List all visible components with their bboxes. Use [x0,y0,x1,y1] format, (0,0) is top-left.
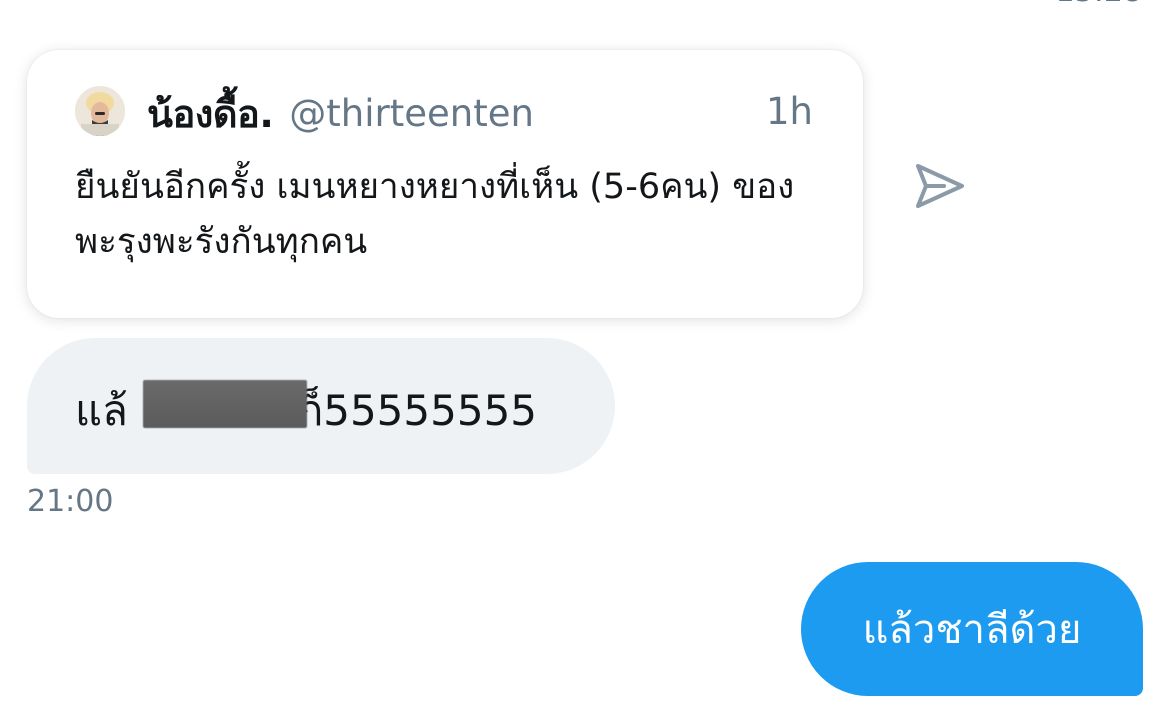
tweet-text: ยืนยันอีกครั้ง เมนหยางหยางที่เห็น (5-6คน… [75,167,795,262]
incoming-message-suffix: ก็55555555 [297,386,538,435]
author-avatar[interactable] [75,86,125,136]
outgoing-message-text: แล้วชาลีด้วย [862,607,1082,653]
incoming-message-timestamp: 21:00 [27,484,114,519]
incoming-message-bubble[interactable]: แล้ ก็55555555 [27,338,615,474]
avatar-image [75,86,125,136]
send-icon [916,164,964,208]
tweet-header: น้องดื้อ. @thirteenten [147,88,534,138]
shared-tweet-card[interactable]: น้องดื้อ. @thirteenten 1h ยืนยันอีกครั้ง… [27,50,863,318]
dm-conversation: 15:28 น้องดื้อ. @thirteenten 1h ยืนยันอี… [0,0,1170,714]
tweet-age: 1h [766,90,813,133]
author-name[interactable]: น้องดื้อ. [147,83,274,144]
redaction-block [143,380,307,428]
outgoing-message-bubble[interactable]: แล้วชาลีด้วย [801,562,1143,696]
message-timestamp-top: 15:28 [1056,0,1142,9]
incoming-message-prefix: แล้ [75,386,128,435]
share-tweet-button[interactable] [912,158,968,214]
author-handle[interactable]: @thirteenten [289,92,534,135]
